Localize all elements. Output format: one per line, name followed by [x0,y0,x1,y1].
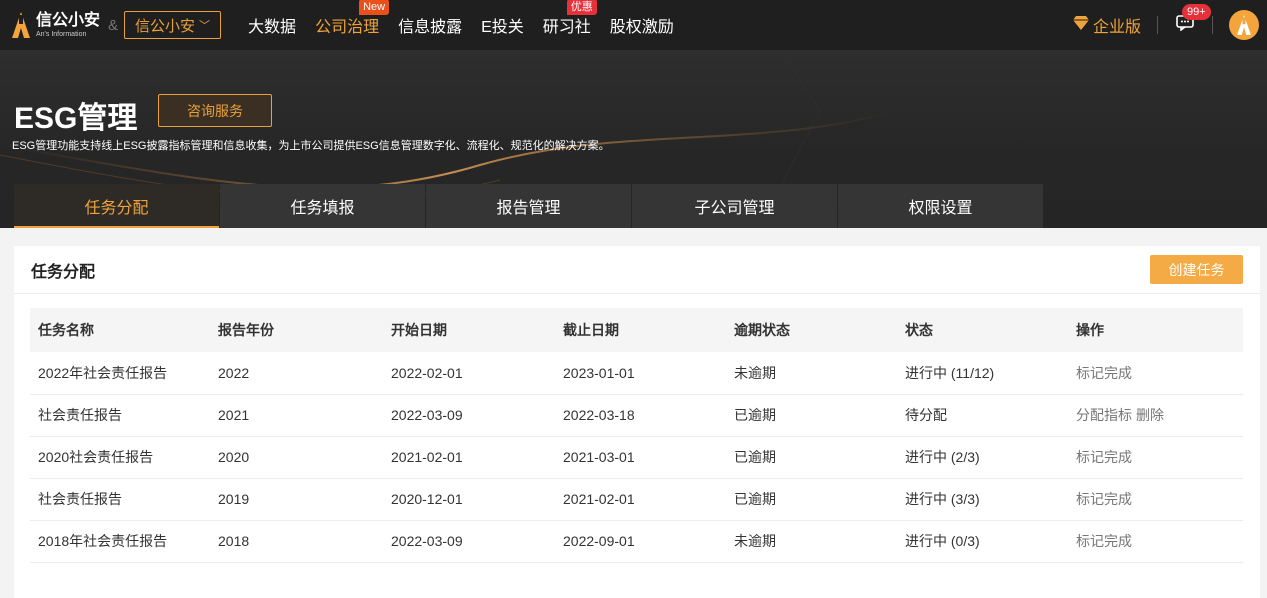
task-name: 社会责任报告 [38,407,122,423]
table-header-row: 任务名称 报告年份 开始日期 截止日期 逾期状态 状态 操作 [30,308,1243,352]
task-card: 任务分配 创建任务 任务名称 报告年份 开始日期 截止日期 逾期状态 状态 操作… [14,246,1260,598]
card-title: 任务分配 [31,263,96,281]
brand-select[interactable]: 信公小安 ﹀ [124,11,222,39]
table-row: 社会责任报告 2019 2020-12-01 2021-02-01 已逾期 进行… [30,478,1243,520]
nav-disclosure[interactable]: 信息披露 [398,0,462,50]
nav-label: 股权激励 [609,19,674,36]
divider [1212,16,1213,34]
message-button[interactable]: 99+ [1174,4,1211,36]
table-row: 社会责任报告 2021 2022-03-09 2022-03-18 已逾期 待分… [30,394,1243,436]
assign-indicators-link[interactable]: 分配指标 [1076,407,1132,423]
task-name: 2018年社会责任报告 [38,533,168,549]
start-date: 2022-03-09 [391,407,463,423]
enterprise-edition[interactable]: 企业版 [1072,13,1141,37]
start-date: 2022-03-09 [391,533,463,549]
overdue-status: 已逾期 [734,491,776,507]
mark-complete-link[interactable]: 标记完成 [1076,533,1132,549]
main-nav: 大数据 公司治理 New 信息披露 E投关 研习社 优惠 股权激励 [248,0,693,50]
task-status: 进行中 (3/3) [905,491,980,507]
message-count-badge: 99+ [1182,4,1211,20]
logo-subtitle: An's Information [36,30,87,38]
table-row: 2018年社会责任报告 2018 2022-03-09 2022-09-01 未… [30,520,1243,562]
overdue-status: 已逾期 [734,407,776,423]
chevron-down-icon: ﹀ [199,20,211,32]
page-banner: ESG管理 咨询服务 ESG管理功能支持线上ESG披露指标管理和信息收集，为上市… [0,50,1267,228]
column-header: 开始日期 [391,322,447,338]
start-date: 2021-02-01 [391,449,463,465]
card-header: 任务分配 创建任务 [14,246,1260,294]
task-status: 进行中 (2/3) [905,449,980,465]
top-right-area: 企业版 99+ [1072,0,1267,50]
nav-investor-relations[interactable]: E投关 [481,0,524,50]
nav-bigdata[interactable]: 大数据 [248,0,296,50]
end-date: 2021-03-01 [563,449,635,465]
column-header: 任务名称 [38,322,94,338]
nav-label: 研习社 [542,19,591,36]
module-tabs: 任务分配 任务填报 报告管理 子公司管理 权限设置 [14,184,1044,228]
task-status: 进行中 (11/12) [905,364,995,381]
tab-permission-settings[interactable]: 权限设置 [838,184,1043,228]
report-year: 2019 [218,491,250,507]
page-description: ESG管理功能支持线上ESG披露指标管理和信息收集，为上市公司提供ESG信息管理… [12,140,610,152]
top-navbar: 信公小安 An's Information & 信公小安 ﹀ 大数据 公司治理 … [0,0,1267,50]
nav-governance[interactable]: 公司治理 New [315,0,390,50]
create-task-button[interactable]: 创建任务 [1150,255,1243,284]
divider [1157,16,1158,34]
start-date: 2022-02-01 [391,364,463,381]
promo-badge: 优惠 [566,0,597,15]
report-year: 2020 [218,449,250,465]
mark-complete-link[interactable]: 标记完成 [1076,491,1132,507]
overdue-status: 已逾期 [734,449,776,465]
logo-icon [12,12,30,38]
nav-label: 公司治理 [315,19,380,36]
tab-subsidiary-management[interactable]: 子公司管理 [632,184,837,228]
column-header: 截止日期 [563,322,619,338]
logo-name: 信公小安 [36,11,101,29]
report-year: 2022 [218,364,250,381]
end-date: 2022-09-01 [563,533,635,549]
task-name: 2020社会责任报告 [38,449,154,465]
end-date: 2023-01-01 [563,364,635,381]
task-status: 待分配 [905,407,947,423]
new-badge: New [359,0,390,15]
task-name: 社会责任报告 [38,491,122,507]
enterprise-label: 企业版 [1092,19,1141,36]
avatar[interactable] [1229,10,1259,40]
nav-label: 大数据 [248,19,297,36]
task-status: 进行中 (0/3) [905,533,980,549]
tab-report-management[interactable]: 报告管理 [426,184,631,228]
overdue-status: 未逾期 [734,364,776,381]
end-date: 2022-03-18 [563,407,635,423]
report-year: 2018 [218,533,250,549]
consult-service-button[interactable]: 咨询服务 [158,94,272,127]
mark-complete-link[interactable]: 标记完成 [1076,449,1132,465]
column-header: 逾期状态 [734,322,790,338]
table-row: 2020社会责任报告 2020 2021-02-01 2021-03-01 已逾… [30,436,1243,478]
logo[interactable]: 信公小安 An's Information [12,12,100,38]
task-name: 2022年社会责任报告 [38,364,168,381]
column-header: 状态 [905,322,933,338]
nav-label: 信息披露 [398,19,463,36]
tab-task-assignment[interactable]: 任务分配 [14,184,219,228]
nav-equity-incentive[interactable]: 股权激励 [610,0,674,50]
page-title: ESG管理 [14,102,138,135]
column-header: 操作 [1076,322,1104,338]
mark-complete-link[interactable]: 标记完成 [1076,365,1132,381]
tab-task-filling[interactable]: 任务填报 [220,184,425,228]
report-year: 2021 [218,407,250,423]
table-row: 2022年社会责任报告 2022 2022-02-01 2023-01-01 未… [30,352,1243,394]
nav-label: E投关 [481,19,524,36]
nav-academy[interactable]: 研习社 优惠 [542,0,597,50]
ampersand: & [108,16,119,34]
column-header: 报告年份 [218,322,274,338]
overdue-status: 未逾期 [734,533,776,549]
diamond-icon [1072,15,1089,35]
end-date: 2021-02-01 [563,491,635,507]
delete-link[interactable]: 删除 [1136,407,1164,423]
start-date: 2020-12-01 [391,491,463,507]
brand-select-value: 信公小安 [135,17,196,35]
task-table: 任务名称 报告年份 开始日期 截止日期 逾期状态 状态 操作 2022年社会责任… [30,308,1243,563]
